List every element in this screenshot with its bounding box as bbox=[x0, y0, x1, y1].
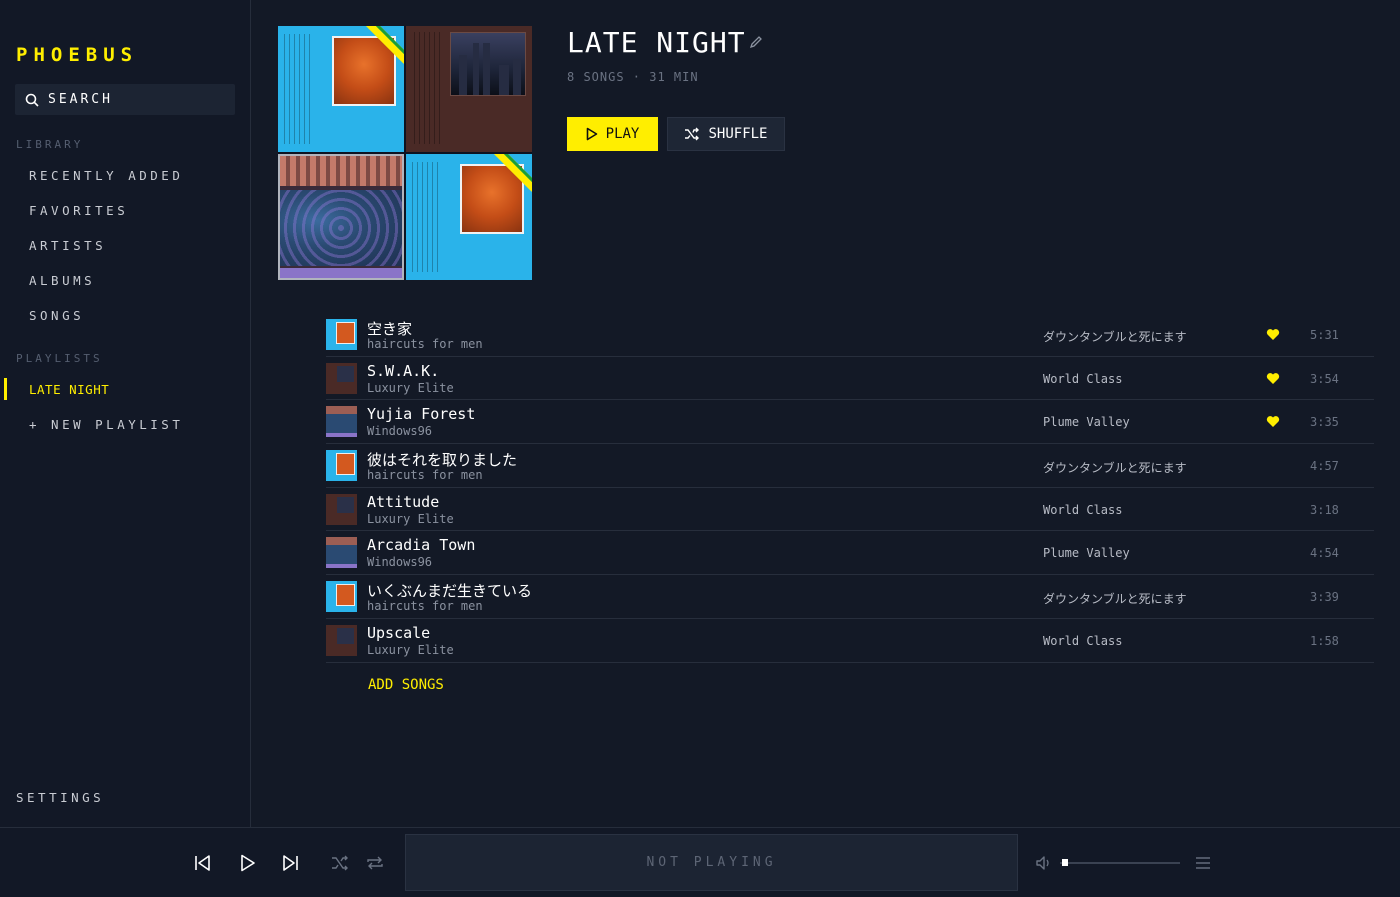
search-label: SEARCH bbox=[48, 92, 113, 107]
playlist-title: LATE NIGHT bbox=[567, 26, 746, 59]
track-duration: 3:54 bbox=[1310, 371, 1339, 386]
track-artist[interactable]: Luxury Elite bbox=[367, 512, 454, 526]
track-row[interactable]: Yujia Forest Windows96 Plume Valley 3:35 bbox=[326, 400, 1374, 445]
volume-icon[interactable] bbox=[1034, 853, 1054, 873]
track-artist[interactable]: Windows96 bbox=[367, 424, 432, 438]
track-album[interactable]: World Class bbox=[1043, 372, 1122, 386]
playlist-item-late-night[interactable]: LATE NIGHT bbox=[29, 382, 109, 397]
repeat-icon[interactable] bbox=[365, 853, 385, 873]
nav-artists[interactable]: ARTISTS bbox=[29, 238, 106, 253]
shuffle-button[interactable]: SHUFFLE bbox=[667, 117, 785, 151]
track-title: S.W.A.K. bbox=[367, 361, 440, 380]
track-row[interactable]: いくぶんまだ生きている haircuts for men ダウンタンブルと死にます 3… bbox=[326, 575, 1374, 619]
track-artist[interactable]: Windows96 bbox=[367, 555, 432, 569]
track-row[interactable]: Upscale Luxury Elite World Class 1:58 bbox=[326, 619, 1374, 663]
album-art-windows96 bbox=[278, 154, 404, 280]
track-title: 彼はそれを取りました bbox=[367, 451, 518, 470]
nav-recently-added[interactable]: RECENTLY ADDED bbox=[29, 168, 183, 183]
shuffle-icon[interactable] bbox=[330, 853, 350, 873]
track-row[interactable]: Attitude Luxury Elite World Class 3:18 bbox=[326, 488, 1374, 532]
track-duration: 4:54 bbox=[1310, 546, 1339, 561]
track-thumbnail bbox=[326, 319, 357, 350]
shuffle-icon bbox=[685, 127, 700, 141]
search-button[interactable]: SEARCH bbox=[15, 84, 235, 115]
nav-albums[interactable]: ALBUMS bbox=[29, 273, 95, 288]
playlists-section-label: PLAYLISTS bbox=[16, 352, 103, 365]
track-album[interactable]: World Class bbox=[1043, 634, 1122, 648]
track-album[interactable]: ダウンタンブルと死にます bbox=[1043, 590, 1187, 607]
track-thumbnail bbox=[326, 581, 357, 613]
track-thumbnail bbox=[326, 537, 357, 569]
shuffle-label: SHUFFLE bbox=[708, 126, 768, 142]
library-section-label: LIBRARY bbox=[16, 138, 84, 151]
track-album[interactable]: Plume Valley bbox=[1043, 546, 1130, 560]
track-album[interactable]: Plume Valley bbox=[1043, 415, 1130, 429]
pencil-icon[interactable] bbox=[748, 34, 764, 50]
next-icon[interactable] bbox=[280, 853, 300, 873]
play-button[interactable]: PLAY bbox=[567, 117, 658, 151]
track-duration: 4:57 bbox=[1310, 459, 1339, 474]
sidebar: PHOEBUS SEARCH LIBRARY RECENTLY ADDED FA… bbox=[0, 0, 251, 827]
track-thumbnail bbox=[326, 493, 357, 525]
track-row[interactable]: Arcadia Town Windows96 Plume Valley 4:54 bbox=[326, 531, 1374, 576]
playlist-cover-collage bbox=[278, 26, 532, 280]
track-album[interactable]: World Class bbox=[1043, 503, 1122, 517]
playlist-meta: 8 SONGS · 31 MIN bbox=[567, 70, 699, 84]
track-list: 空き家 haircuts for men ダウンタンブルと死にます 5:31 S.W.A… bbox=[326, 313, 1374, 663]
previous-icon[interactable] bbox=[193, 853, 213, 873]
play-icon bbox=[586, 127, 597, 141]
track-row[interactable]: 空き家 haircuts for men ダウンタンブルと死にます 5:31 bbox=[326, 313, 1374, 357]
track-title: Upscale bbox=[367, 623, 431, 642]
queue-icon[interactable] bbox=[1193, 853, 1213, 873]
album-art-haircuts bbox=[278, 26, 404, 152]
track-title: Attitude bbox=[367, 492, 440, 511]
track-artist[interactable]: Luxury Elite bbox=[367, 643, 454, 657]
track-title: いくぶんまだ生きている bbox=[367, 582, 533, 601]
album-art-luxury-elite bbox=[406, 26, 532, 152]
heart-icon[interactable] bbox=[1266, 328, 1280, 341]
track-duration: 3:39 bbox=[1310, 590, 1339, 605]
player-bar: NOT PLAYING bbox=[0, 827, 1400, 897]
app-logo[interactable]: PHOEBUS bbox=[16, 44, 138, 66]
track-thumbnail bbox=[326, 450, 357, 482]
now-playing-panel: NOT PLAYING bbox=[405, 834, 1018, 891]
heart-icon[interactable] bbox=[1266, 372, 1280, 385]
settings-link[interactable]: SETTINGS bbox=[16, 790, 104, 805]
track-duration: 3:35 bbox=[1310, 415, 1339, 430]
track-thumbnail bbox=[326, 624, 357, 656]
nav-favorites[interactable]: FAVORITES bbox=[29, 203, 128, 218]
track-album[interactable]: ダウンタンブルと死にます bbox=[1043, 459, 1187, 476]
volume-slider[interactable] bbox=[1060, 862, 1180, 864]
track-duration: 5:31 bbox=[1310, 328, 1339, 342]
track-thumbnail bbox=[326, 406, 357, 438]
add-songs-button[interactable]: ADD SONGS bbox=[368, 677, 444, 693]
track-thumbnail bbox=[326, 362, 357, 394]
track-artist[interactable]: Luxury Elite bbox=[367, 381, 454, 395]
play-icon[interactable] bbox=[238, 853, 258, 873]
track-title: Yujia Forest bbox=[367, 405, 476, 424]
nav-songs[interactable]: SONGS bbox=[29, 308, 84, 323]
track-artist[interactable]: haircuts for men bbox=[367, 337, 483, 351]
play-label: PLAY bbox=[605, 126, 640, 142]
track-album[interactable]: ダウンタンブルと死にます bbox=[1043, 328, 1187, 345]
track-artist[interactable]: haircuts for men bbox=[367, 599, 483, 613]
track-duration: 1:58 bbox=[1310, 633, 1339, 648]
volume-slider-handle[interactable] bbox=[1062, 859, 1068, 866]
track-title: 空き家 bbox=[367, 320, 413, 338]
track-artist[interactable]: haircuts for men bbox=[367, 468, 483, 482]
heart-icon[interactable] bbox=[1266, 415, 1280, 428]
active-indicator bbox=[4, 378, 7, 400]
search-icon bbox=[25, 93, 39, 107]
new-playlist-button[interactable]: + NEW PLAYLIST bbox=[29, 417, 183, 432]
track-duration: 3:18 bbox=[1310, 502, 1339, 517]
album-art-haircuts bbox=[406, 154, 532, 280]
track-row[interactable]: S.W.A.K. Luxury Elite World Class 3:54 bbox=[326, 357, 1374, 401]
track-title: Arcadia Town bbox=[367, 536, 476, 555]
track-row[interactable]: 彼はそれを取りました haircuts for men ダウンタンブルと死にます 4:… bbox=[326, 444, 1374, 488]
